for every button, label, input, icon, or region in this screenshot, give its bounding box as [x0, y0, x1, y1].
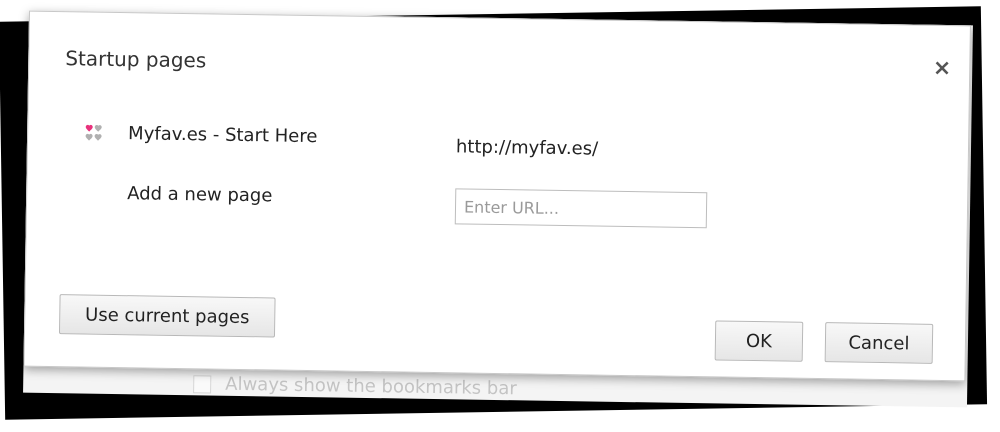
screenshot-stage: Always show the bookmarks bar Startup pa… [0, 0, 1000, 432]
startup-page-name: Myfav.es - Start Here [127, 123, 318, 148]
bookmarks-bar-label: Always show the bookmarks bar [225, 373, 517, 400]
add-page-url-input[interactable] [454, 188, 708, 229]
ok-button[interactable]: OK [714, 320, 804, 362]
use-current-pages-button[interactable]: Use current pages [58, 294, 276, 338]
cancel-button[interactable]: Cancel [824, 322, 934, 364]
startup-pages-dialog: Startup pages × Myfav.es - Start Here ht… [23, 10, 971, 382]
dialog-title: Startup pages [65, 46, 207, 73]
heart-favicon-icon [85, 124, 102, 141]
close-icon[interactable]: × [933, 56, 952, 81]
dialog-wrapper: Always show the bookmarks bar Startup pa… [23, 10, 973, 408]
bookmarks-bar-option: Always show the bookmarks bar [193, 373, 517, 399]
bookmarks-bar-checkbox [193, 374, 212, 394]
startup-page-url: http://myfav.es/ [455, 136, 599, 160]
add-page-label: Add a new page [127, 183, 273, 207]
